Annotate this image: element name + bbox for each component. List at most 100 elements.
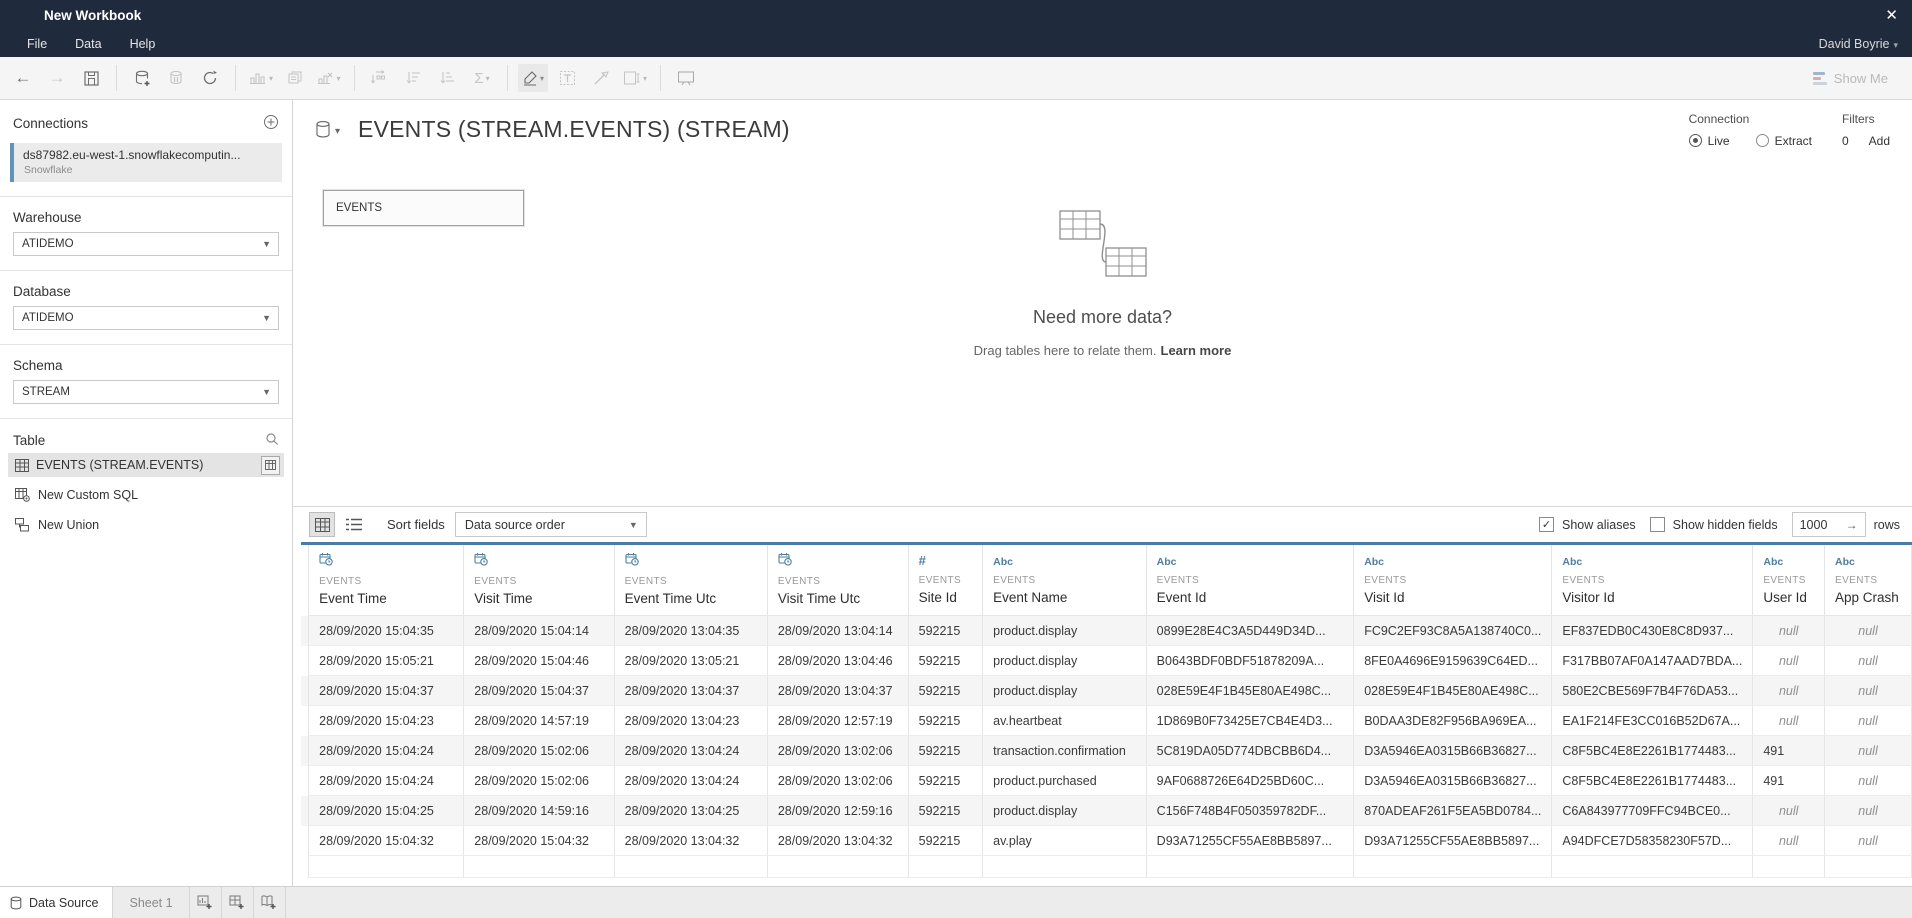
grid-header-visit-time[interactable]: EVENTSVisit Time <box>464 544 614 616</box>
schema-select[interactable]: STREAM ▼ <box>13 380 279 404</box>
grid-header-visitor-id[interactable]: AbcEVENTSVisitor Id <box>1552 544 1753 616</box>
new-story-tab-button[interactable] <box>254 887 286 918</box>
field-table-name: EVENTS <box>919 575 973 586</box>
connections-header: Connections <box>13 114 279 133</box>
grid-cell: transaction.confirmation <box>983 736 1147 766</box>
new-union[interactable]: New Union <box>8 513 284 537</box>
refresh-icon[interactable] <box>195 64 225 92</box>
chevron-down-icon[interactable]: ▾ <box>335 126 340 137</box>
field-type-icon: # <box>919 552 973 570</box>
grid-cell: 592215 <box>908 826 983 856</box>
tab-data-source[interactable]: Data Source <box>0 887 113 918</box>
presentation-mode-icon[interactable] <box>671 64 701 92</box>
learn-more-link[interactable]: Learn more <box>1161 343 1232 358</box>
data-grid-table: EVENTSEvent TimeEVENTSVisit TimeEVENTSEv… <box>301 542 1912 878</box>
grid-header-site-id[interactable]: #EVENTSSite Id <box>908 544 983 616</box>
pause-updates-icon[interactable] <box>161 64 191 92</box>
grid-cell: A94DFCE7D58358230F57D... <box>1552 826 1753 856</box>
undo-icon[interactable]: ← <box>8 64 38 92</box>
custom-sql-icon <box>15 488 30 502</box>
table-preview-button[interactable] <box>261 456 280 475</box>
new-worksheet-icon[interactable]: ▾ <box>246 64 276 92</box>
swap-rows-columns-icon[interactable] <box>365 64 395 92</box>
warehouse-label: Warehouse <box>13 210 279 225</box>
grid-cell: null <box>1753 616 1825 646</box>
filters-add-button[interactable]: Add <box>1869 134 1890 148</box>
sort-fields-select[interactable]: Data source order ▼ <box>455 512 647 537</box>
grid-header-app-crash[interactable]: AbcEVENTSApp Crash <box>1825 544 1912 616</box>
search-icon[interactable] <box>265 432 279 449</box>
row-gutter <box>301 826 309 856</box>
field-type-icon: Abc <box>1562 552 1742 570</box>
grid-header-event-id[interactable]: AbcEVENTSEvent Id <box>1146 544 1354 616</box>
datasource-title-row: ▾ EVENTS (STREAM.EVENTS) (STREAM) <box>315 116 790 143</box>
apply-rows-icon[interactable]: → <box>1846 518 1858 532</box>
field-table-name: EVENTS <box>778 576 898 587</box>
grid-cell: null <box>1825 616 1912 646</box>
new-worksheet-tab-button[interactable] <box>190 887 222 918</box>
row-gutter <box>301 544 309 616</box>
grid-header-event-time-utc[interactable]: EVENTSEvent Time Utc <box>614 544 767 616</box>
grid-header-visit-id[interactable]: AbcEVENTSVisit Id <box>1354 544 1552 616</box>
new-dashboard-tab-button[interactable] <box>222 887 254 918</box>
radio-live[interactable]: Live <box>1689 134 1730 148</box>
grid-cell: 1D869B0F73425E7CB4E4D3... <box>1146 706 1354 736</box>
cell-size-icon[interactable]: ▾ <box>620 64 650 92</box>
data-grid-scroll[interactable]: EVENTSEvent TimeEVENTSVisit TimeEVENTSEv… <box>301 542 1912 878</box>
radio-extract-label: Extract <box>1775 134 1812 148</box>
database-icon[interactable] <box>315 120 332 139</box>
warehouse-value: ATIDEMO <box>22 238 74 250</box>
menu-data[interactable]: Data <box>61 37 115 51</box>
close-icon[interactable]: ✕ <box>1885 6 1898 24</box>
menu-file[interactable]: File <box>14 37 61 51</box>
redo-icon[interactable]: → <box>42 64 72 92</box>
grid-cell: product.display <box>983 646 1147 676</box>
show-me-icon <box>1813 72 1827 85</box>
sort-descending-icon[interactable] <box>433 64 463 92</box>
grid-cell: 28/09/2020 15:04:24 <box>309 736 464 766</box>
table-item-events[interactable]: EVENTS (STREAM.EVENTS) <box>8 453 284 477</box>
logical-table-events[interactable]: EVENTS <box>323 190 524 226</box>
sort-ascending-icon[interactable] <box>399 64 429 92</box>
divider <box>0 196 292 197</box>
user-menu[interactable]: David Boyrie▾ <box>1819 37 1898 51</box>
show-me-button[interactable]: Show Me <box>1813 71 1902 86</box>
grid-header-user-id[interactable]: AbcEVENTSUser Id <box>1753 544 1825 616</box>
show-aliases-checkbox[interactable]: ✓ <box>1539 517 1554 532</box>
add-connection-icon[interactable] <box>263 114 279 133</box>
show-hidden-fields-label: Show hidden fields <box>1673 518 1778 532</box>
fix-axes-icon[interactable] <box>586 64 616 92</box>
database-select[interactable]: ATIDEMO ▼ <box>13 306 279 330</box>
grid-row: 28/09/2020 15:04:3528/09/2020 15:04:1428… <box>301 616 1912 646</box>
connections-title: Connections <box>13 116 88 131</box>
new-story-icon <box>261 895 277 910</box>
grid-view-button[interactable] <box>309 512 335 537</box>
connection-item[interactable]: ds87982.eu-west-1.snowflakecomputin... S… <box>10 143 282 182</box>
grid-cell: null <box>1825 736 1912 766</box>
clear-sheet-icon[interactable]: ▾ <box>314 64 344 92</box>
grid-cell: 592215 <box>908 736 983 766</box>
show-hidden-fields-checkbox[interactable]: ✓ <box>1650 517 1665 532</box>
totals-icon[interactable]: Σ▾ <box>467 64 497 92</box>
save-icon[interactable] <box>76 64 106 92</box>
grid-header-event-name[interactable]: AbcEVENTSEvent Name <box>983 544 1147 616</box>
highlight-icon[interactable]: ▾ <box>518 64 548 92</box>
radio-extract[interactable]: Extract <box>1756 134 1812 148</box>
grid-header-event-time[interactable]: EVENTSEvent Time <box>309 544 464 616</box>
text-label-icon[interactable] <box>552 64 582 92</box>
field-type-icon: Abc <box>993 552 1136 570</box>
field-name: Event Time Utc <box>625 591 757 606</box>
new-custom-sql[interactable]: New Custom SQL <box>8 483 284 507</box>
chevron-down-icon: ▼ <box>262 387 271 397</box>
tab-sheet1[interactable]: Sheet 1 <box>113 887 189 918</box>
grid-cell: 28/09/2020 15:04:23 <box>309 706 464 736</box>
grid-header-visit-time-utc[interactable]: EVENTSVisit Time Utc <box>767 544 908 616</box>
warehouse-select[interactable]: ATIDEMO ▼ <box>13 232 279 256</box>
duplicate-sheet-icon[interactable] <box>280 64 310 92</box>
rows-count-input[interactable]: 1000 → <box>1792 512 1866 537</box>
menu-help[interactable]: Help <box>116 37 170 51</box>
field-name: Visit Id <box>1364 590 1541 605</box>
new-data-source-icon[interactable] <box>127 64 157 92</box>
metadata-view-button[interactable] <box>341 512 367 537</box>
divider <box>0 418 292 419</box>
